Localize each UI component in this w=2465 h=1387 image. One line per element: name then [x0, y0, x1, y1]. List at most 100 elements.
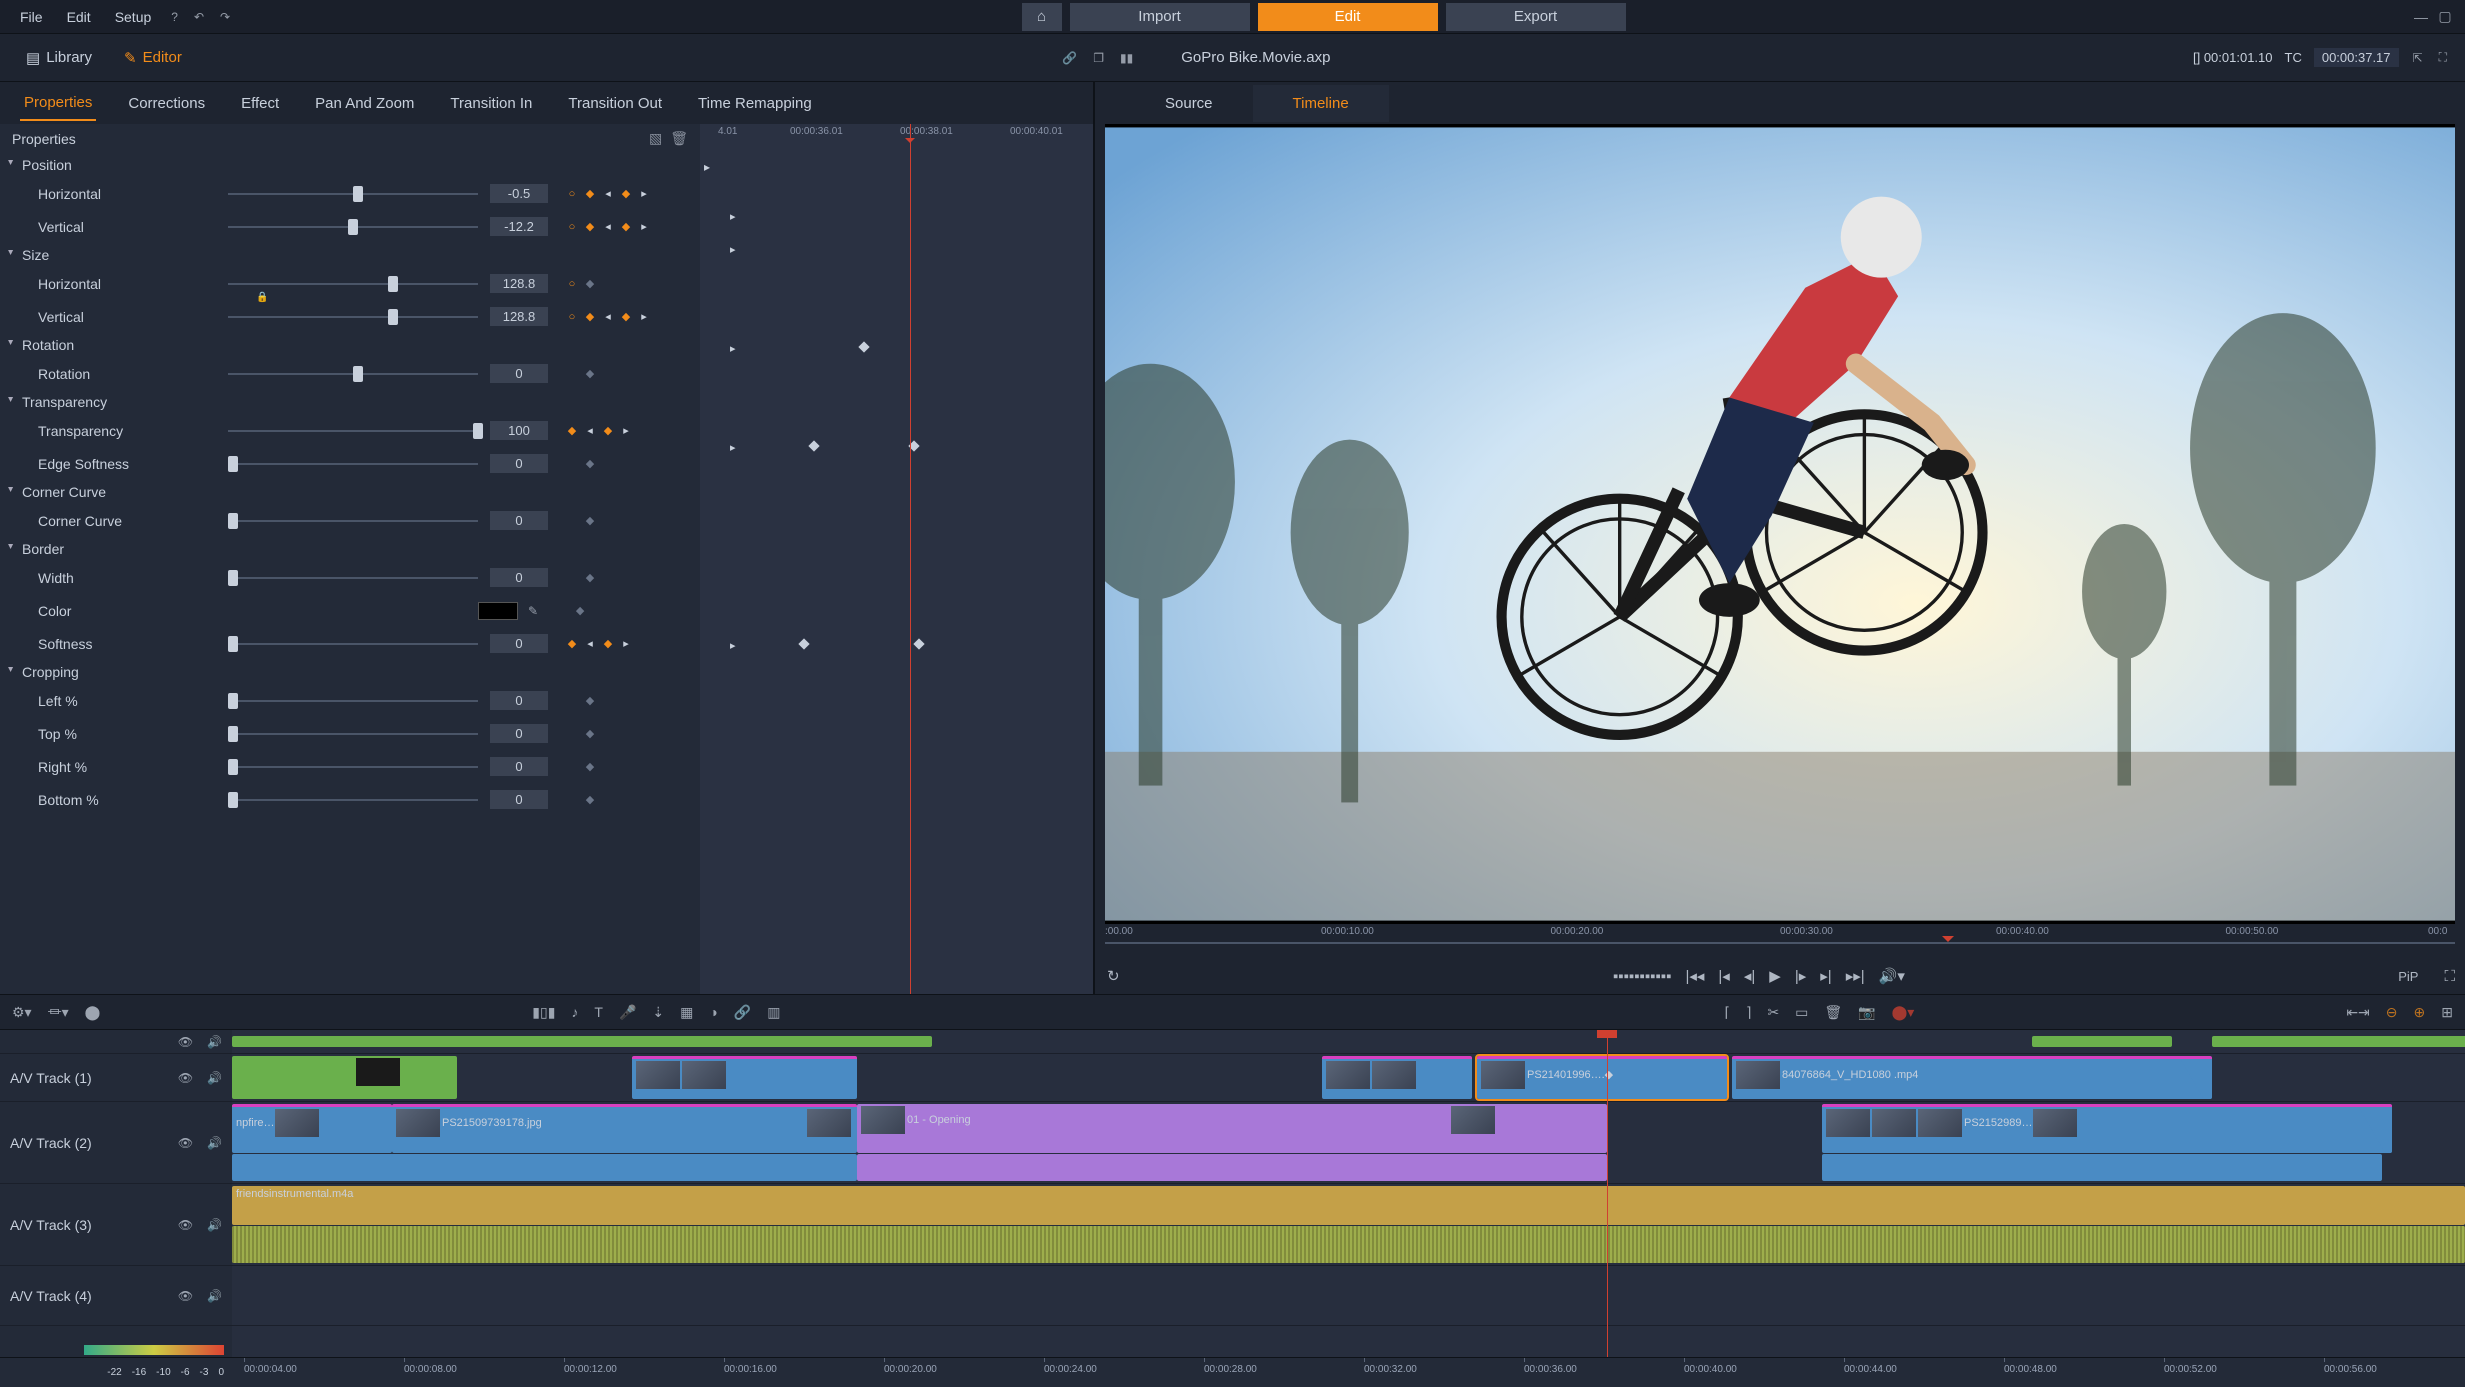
speaker-icon[interactable]: 🔊 — [207, 1218, 222, 1232]
kf-reset-icon[interactable]: ○ — [566, 278, 578, 290]
group-corner-curve[interactable]: Corner Curve — [0, 480, 700, 504]
maximize-icon[interactable]: ▢ — [2433, 8, 2457, 25]
marker-icon[interactable]: ⬤▾ — [1892, 1004, 1915, 1021]
undo-icon[interactable]: ↶ — [186, 6, 212, 28]
tab-pan-zoom[interactable]: Pan And Zoom — [311, 87, 418, 120]
eye-icon[interactable]: 👁 — [178, 1071, 193, 1085]
slider-rotation[interactable] — [228, 372, 478, 376]
speaker-icon[interactable]: 🔊 — [207, 1136, 222, 1150]
keyframe-lane[interactable]: 4.01 00:00:36.01 00:00:38.01 00:00:40.01… — [700, 124, 1093, 994]
kf-add-icon[interactable]: ◆ — [584, 571, 596, 584]
tab-corrections[interactable]: Corrections — [124, 87, 209, 120]
kf-right-icon[interactable]: ▸ — [620, 424, 632, 437]
mask-icon[interactable]: ◑ — [709, 1004, 717, 1020]
volume-icon[interactable]: 🔊▾ — [1879, 967, 1905, 985]
export-button[interactable]: Export — [1446, 3, 1626, 31]
clip[interactable] — [632, 1056, 857, 1099]
zoom-out-icon[interactable]: ⊖ — [2386, 1004, 2398, 1021]
preview-scrubber[interactable]: :00.00 00:00:10.00 00:00:20.00 00:00:30.… — [1105, 926, 2455, 956]
clip-audio[interactable] — [232, 1154, 857, 1181]
library-tab[interactable]: ▤ Library — [10, 41, 108, 75]
kf-reset-icon[interactable]: ○ — [566, 188, 578, 200]
clip[interactable] — [1322, 1056, 1472, 1099]
preset-icon[interactable]: ▧ — [649, 130, 662, 147]
step-back-icon[interactable]: ◂| — [1744, 967, 1755, 985]
eyedropper-icon[interactable]: ✎ — [528, 604, 538, 618]
value-size-h[interactable]: 128.8 — [490, 274, 548, 293]
value-crop-top[interactable]: 0 — [490, 724, 548, 743]
mark-in-icon[interactable]: ⌈ — [1725, 1004, 1730, 1021]
ducking-icon[interactable]: ⇣ — [652, 1004, 664, 1021]
multicam-icon[interactable]: ▦ — [680, 1004, 693, 1021]
kf-add-icon[interactable]: ◆ — [584, 277, 596, 290]
kf-left-icon[interactable]: ◂ — [602, 220, 614, 233]
expand-icon[interactable]: ⛶ — [2431, 46, 2455, 69]
kf-add-icon[interactable]: ◆ — [620, 220, 632, 233]
slider-crop-right[interactable] — [228, 765, 478, 769]
minimize-icon[interactable]: — — [2409, 9, 2433, 25]
kf-reset-icon[interactable]: ○ — [566, 221, 578, 233]
clip[interactable]: PS21509739178.jpg — [392, 1104, 857, 1153]
master-clip[interactable] — [232, 1036, 932, 1047]
speaker-icon[interactable]: 🔊 — [207, 1071, 222, 1085]
clip[interactable]: npfire… — [232, 1104, 392, 1153]
slider-transparency[interactable] — [228, 429, 478, 433]
kf-right-icon[interactable]: ▸ — [638, 187, 650, 200]
step-fwd-icon[interactable]: |▸ — [1795, 967, 1806, 985]
group-position[interactable]: Position — [0, 153, 700, 177]
clip[interactable]: PS2152989… — [1822, 1104, 2392, 1153]
tab-transition-out[interactable]: Transition Out — [564, 87, 666, 120]
slider-crop-left[interactable] — [228, 699, 478, 703]
slider-border-softness[interactable] — [228, 642, 478, 646]
record-icon[interactable]: ⬤ — [85, 1004, 101, 1021]
timeline-ruler[interactable]: -22 -16 -10 -6 -3 0 00:00:04.00 00:00:08… — [0, 1357, 2465, 1387]
track1-header[interactable]: A/V Track (1) 👁 🔊 — [0, 1054, 232, 1102]
slider-border-width[interactable] — [228, 576, 478, 580]
clip-audio[interactable] — [1822, 1154, 2382, 1181]
preview-timeline-tab[interactable]: Timeline — [1253, 85, 1389, 122]
group-rotation[interactable]: Rotation — [0, 333, 700, 357]
audio-clip[interactable] — [232, 1226, 2465, 1263]
kf-left-icon[interactable]: ◂ — [584, 637, 596, 650]
add-track-icon[interactable]: ⊞ — [2441, 1004, 2453, 1021]
gear-icon[interactable]: ⚙▾ — [12, 1004, 32, 1021]
kf-add-icon[interactable]: ◆ — [584, 457, 596, 470]
tab-properties[interactable]: Properties — [20, 86, 96, 121]
menu-file[interactable]: File — [8, 5, 55, 29]
value-position-h[interactable]: -0.5 — [490, 184, 548, 203]
slider-size-h[interactable] — [228, 282, 478, 286]
master-clip[interactable] — [2212, 1036, 2465, 1047]
group-size[interactable]: Size — [0, 243, 700, 267]
slider-edge-softness[interactable] — [228, 462, 478, 466]
eye-icon[interactable]: 👁 — [178, 1218, 193, 1232]
go-start-icon[interactable]: |◂◂ — [1685, 967, 1704, 985]
slider-crop-bottom[interactable] — [228, 798, 478, 802]
value-size-v[interactable]: 128.8 — [490, 307, 548, 326]
eye-icon[interactable]: 👁 — [178, 1289, 193, 1303]
group-cropping[interactable]: Cropping — [0, 660, 700, 684]
menu-edit[interactable]: Edit — [55, 5, 103, 29]
home-button[interactable]: ⌂ — [1022, 3, 1062, 31]
clip-selected[interactable]: PS21401996….◆ — [1477, 1056, 1727, 1099]
color-swatch[interactable] — [478, 602, 518, 620]
track4-header[interactable]: A/V Track (4) 👁 🔊 — [0, 1266, 232, 1326]
group-transparency[interactable]: Transparency — [0, 390, 700, 414]
split-icon[interactable]: ▥ — [767, 1004, 780, 1021]
mixer-icon[interactable]: ▮▯▮ — [532, 1004, 555, 1021]
slider-size-v[interactable] — [228, 315, 478, 319]
kf-left-icon[interactable]: ◂ — [602, 187, 614, 200]
slider-position-v[interactable] — [228, 225, 478, 229]
music-icon[interactable]: ♪ — [571, 1004, 578, 1020]
track-lanes[interactable]: PS21401996….◆ 84076864_V_HD1080 .mp4 npf… — [232, 1030, 2465, 1357]
zoom-in-icon[interactable]: ⊕ — [2414, 1004, 2426, 1021]
delete-icon[interactable]: 🗑 — [1824, 1004, 1842, 1021]
kf-playhead[interactable] — [910, 124, 911, 994]
value-border-softness[interactable]: 0 — [490, 634, 548, 653]
pip-label[interactable]: PiP — [2398, 969, 2430, 984]
tab-transition-in[interactable]: Transition In — [446, 87, 536, 120]
value-edge-softness[interactable]: 0 — [490, 454, 548, 473]
clipboard-icon[interactable]: ▭ — [1795, 1004, 1808, 1021]
speaker-icon[interactable]: 🔊 — [207, 1289, 222, 1303]
value-rotation[interactable]: 0 — [490, 364, 548, 383]
track3-header[interactable]: A/V Track (3) 👁 🔊 — [0, 1184, 232, 1266]
